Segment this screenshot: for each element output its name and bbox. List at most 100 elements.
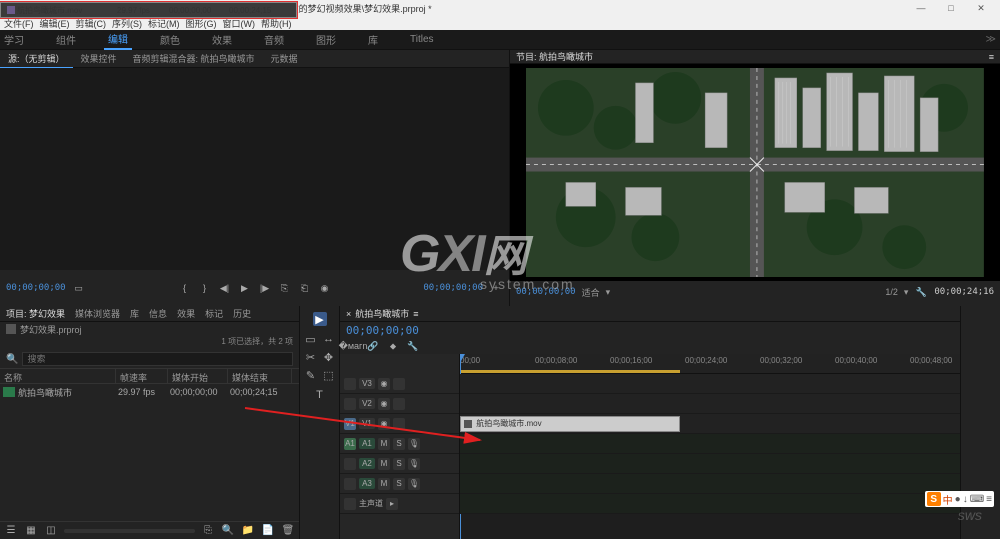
zoom-slider[interactable]	[64, 529, 195, 533]
menu-marker[interactable]: 标记(M)	[148, 17, 180, 30]
hand-tool[interactable]: ⬚	[322, 368, 336, 382]
new-item-icon[interactable]: 📄	[261, 524, 275, 538]
track-master[interactable]: 主声道▸	[340, 494, 459, 514]
panel-menu-icon[interactable]: ≡	[989, 52, 994, 62]
settings-icon[interactable]: 🔧	[406, 339, 420, 353]
expand-icon[interactable]: ▸	[386, 498, 398, 510]
eye-icon[interactable]: ◉	[378, 418, 390, 430]
chevron-down-icon[interactable]: ▾	[606, 287, 611, 298]
tab-audio-clip-mixer[interactable]: 音频剪辑混合器: 航拍鸟瞰城市	[125, 50, 263, 67]
source-patch[interactable]	[344, 398, 356, 410]
wrench-icon[interactable]: 🔧	[914, 285, 928, 299]
overwrite-icon[interactable]: ⎗	[298, 281, 312, 295]
source-patch[interactable]: V1	[344, 418, 356, 430]
list-view-icon[interactable]: ☰	[4, 524, 18, 538]
tab-info[interactable]: 信息	[149, 307, 167, 320]
ws-lib[interactable]: 库	[364, 30, 382, 49]
solo-button[interactable]: S	[393, 438, 405, 450]
close-button[interactable]: ✕	[966, 3, 996, 14]
slip-tool[interactable]: ✥	[322, 350, 336, 364]
menu-gfx[interactable]: 图形(G)	[186, 17, 217, 30]
menu-help[interactable]: 帮助(H)	[261, 17, 292, 30]
timeline-a2[interactable]	[460, 454, 960, 474]
maximize-button[interactable]: □	[936, 3, 966, 13]
lock-icon[interactable]	[393, 398, 405, 410]
minimize-button[interactable]: —	[906, 3, 936, 13]
step-back-icon[interactable]: ◀|	[218, 281, 232, 295]
col-media-start[interactable]: 媒体开始	[168, 369, 228, 383]
ws-overflow-icon[interactable]: ≫	[982, 32, 1000, 47]
timeline-a1[interactable]	[460, 434, 960, 454]
menu-window[interactable]: 窗口(W)	[223, 17, 256, 30]
timeline-v1[interactable]: 航拍鸟瞰城市.mov	[460, 414, 960, 434]
insert-icon[interactable]: ⎘	[278, 281, 292, 295]
mute-button[interactable]: M	[378, 458, 390, 470]
marker-icon[interactable]: ⬥	[386, 339, 400, 353]
program-monitor[interactable]	[510, 64, 1000, 281]
mic-icon[interactable]: 🎙	[408, 478, 420, 490]
source-tc-right[interactable]: 00;00;00;00	[423, 283, 483, 293]
ws-effects[interactable]: 效果	[208, 30, 236, 49]
new-bin-icon[interactable]: 📁	[241, 524, 255, 538]
mute-button[interactable]: M	[378, 478, 390, 490]
ime-punct-icon[interactable]: ●	[955, 494, 961, 505]
tab-history[interactable]: 历史	[233, 307, 251, 320]
source-patch[interactable]	[344, 478, 356, 490]
type-tool[interactable]: T	[313, 388, 327, 402]
menu-clip[interactable]: 剪辑(C)	[76, 17, 107, 30]
link-icon[interactable]: 🔗	[366, 339, 380, 353]
menu-seq[interactable]: 序列(S)	[112, 17, 142, 30]
mic-icon[interactable]: 🎙	[408, 438, 420, 450]
ws-color[interactable]: 颜色	[156, 30, 184, 49]
play-icon[interactable]: ▶	[238, 281, 252, 295]
track-a3[interactable]: A3MS🎙	[340, 474, 459, 494]
auto-seq-icon[interactable]: ⎘	[201, 524, 215, 538]
step-fwd-icon[interactable]: |▶	[258, 281, 272, 295]
timeline-a3[interactable]	[460, 474, 960, 494]
timeline-timecode[interactable]: 00;00;00;00	[346, 324, 419, 337]
eye-icon[interactable]: ◉	[378, 398, 390, 410]
work-area-bar[interactable]	[460, 370, 680, 373]
ime-input-icon[interactable]: ↓	[963, 494, 968, 505]
pen-tool[interactable]: ✎	[304, 368, 318, 382]
ime-softkbd-icon[interactable]: ⌨	[970, 494, 984, 505]
tab-markers[interactable]: 标记	[205, 307, 223, 320]
ws-learn[interactable]: 学习	[0, 30, 28, 49]
source-patch[interactable]	[344, 378, 356, 390]
tab-effect-controls[interactable]: 效果控件	[73, 50, 125, 67]
timeline-ruler[interactable]: 00;00 00;00;08;00 00;00;16;00 00;00;24;0…	[460, 354, 960, 374]
icon-view-icon[interactable]: ▦	[24, 524, 38, 538]
fit-dropdown[interactable]: 适合	[582, 286, 600, 299]
find-icon[interactable]: 🔍	[221, 524, 235, 538]
settings-plus-icon[interactable]: +	[489, 281, 503, 295]
tab-source[interactable]: 源:（无剪辑）	[0, 50, 73, 68]
ws-gfx[interactable]: 图形	[312, 30, 340, 49]
sequence-name[interactable]: 航拍鸟瞰城市	[355, 307, 409, 320]
tab-effects[interactable]: 效果	[177, 307, 195, 320]
ime-logo-icon[interactable]: S	[927, 492, 941, 506]
col-name[interactable]: 名称	[0, 369, 116, 383]
search-input[interactable]	[22, 352, 293, 366]
menu-file[interactable]: 文件(F)	[4, 17, 34, 30]
export-frame-icon[interactable]: ◉	[318, 281, 332, 295]
ws-audio[interactable]: 音频	[260, 30, 288, 49]
menu-edit[interactable]: 编辑(E)	[40, 17, 70, 30]
snap-icon[interactable]: �магn	[346, 339, 360, 353]
ime-lang[interactable]: 中	[943, 492, 953, 507]
zoom-level[interactable]: 1/2	[885, 287, 898, 297]
ws-titles[interactable]: Titles	[406, 32, 438, 47]
lock-icon[interactable]	[393, 378, 405, 390]
timeline-v2[interactable]	[460, 394, 960, 414]
marker-out-icon[interactable]: }	[198, 281, 212, 295]
mute-button[interactable]: M	[378, 438, 390, 450]
marker-in-icon[interactable]: {	[178, 281, 192, 295]
mic-icon[interactable]: 🎙	[408, 458, 420, 470]
timeline-tracks[interactable]: 00;00 00;00;08;00 00;00;16;00 00;00;24;0…	[460, 354, 960, 539]
track-a1[interactable]: A1A1MS🎙	[340, 434, 459, 454]
freeform-view-icon[interactable]: ◫	[44, 524, 58, 538]
tab-metadata[interactable]: 元数据	[263, 50, 306, 67]
source-tc-left[interactable]: 00;00;00;00	[6, 283, 66, 293]
razor-tool[interactable]: ✂	[304, 350, 318, 364]
project-item-sequence[interactable]: 航拍鸟瞰城市 29.97 fps 00;00;00;00 00;00;24;15	[0, 384, 299, 400]
tab-media-browser[interactable]: 媒体浏览器	[75, 307, 120, 320]
